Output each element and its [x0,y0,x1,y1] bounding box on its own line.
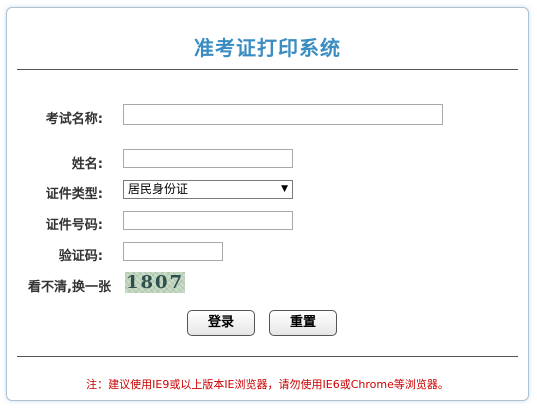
id-number-input[interactable] [123,211,293,230]
name-input[interactable] [123,149,293,168]
id-type-select[interactable]: 居民身份证 ▼ [123,180,293,199]
login-button[interactable]: 登录 [187,310,255,336]
reset-button[interactable]: 重置 [269,310,337,336]
login-panel: 准考证打印系统 考试名称: 姓名: 证件类型: 居民身份证 ▼ 证件号码: 验证… [6,7,529,401]
top-divider [17,69,518,70]
id-type-label: 证件类型: [45,187,103,202]
page-title: 准考证打印系统 [194,36,341,60]
bottom-divider [17,356,518,357]
browser-notice: 注：建议使用IE9或以上版本IE浏览器，请勿使用IE6或Chrome等浏览器。 [86,378,449,391]
id-number-label: 证件号码: [45,218,103,233]
dropdown-arrow-icon: ▼ [281,184,288,194]
captcha-input[interactable] [123,242,223,261]
captcha-refresh-link[interactable]: 看不清,换一张 [11,276,111,295]
name-label: 姓名: [71,157,103,172]
exam-name-label: 考试名称: [45,112,103,127]
captcha-label: 验证码: [58,249,103,264]
captcha-image[interactable]: 1807 [125,272,185,293]
exam-name-input[interactable] [123,104,443,125]
id-type-selected-value: 居民身份证 [128,182,189,196]
